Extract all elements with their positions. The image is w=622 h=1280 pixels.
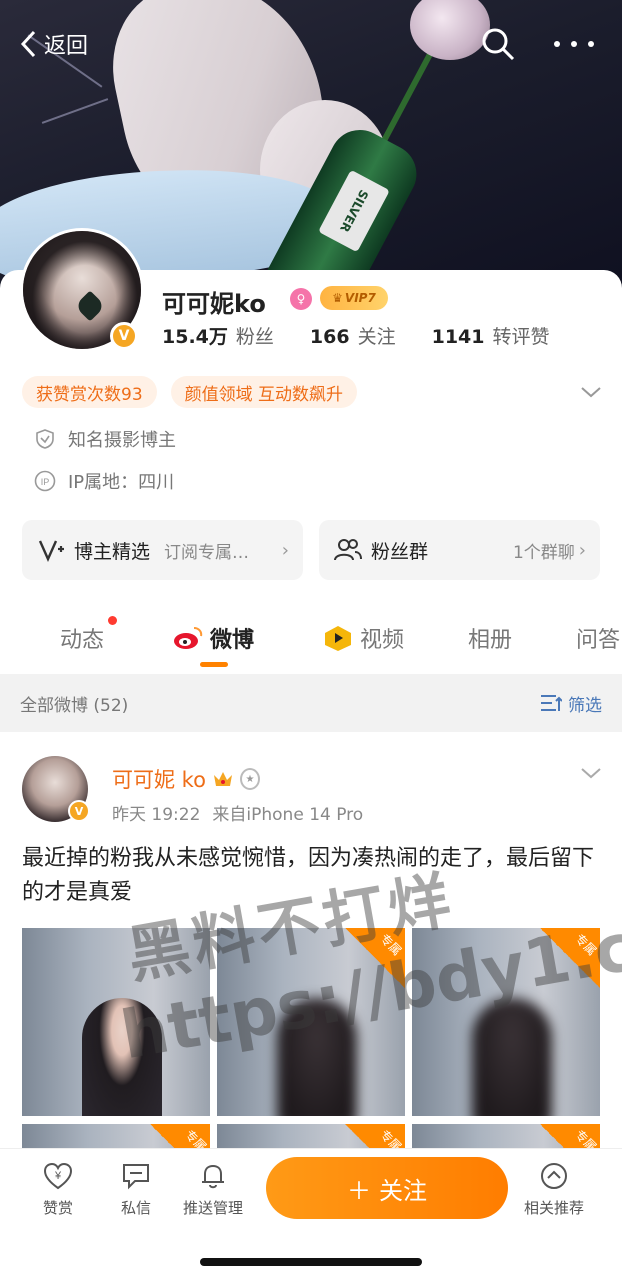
post-time: 昨天 19:22 <box>112 805 201 825</box>
profile-tags: 获赞赏次数93 颜值领域 互动数飙升 <box>22 376 358 408</box>
group-icon <box>334 539 362 561</box>
push-settings-button[interactable]: 推送管理 <box>173 1161 253 1218</box>
ip-location-row: IP IP属地：四川 <box>34 468 174 494</box>
chevron-right-icon: › <box>281 539 289 561</box>
filter-bar: 全部微博 (52) 筛选 <box>0 674 622 732</box>
vip-badge[interactable]: ♛ VIP7 <box>320 286 388 310</box>
verified-badge-icon: V <box>110 322 138 350</box>
tab-video[interactable]: 视频 <box>322 622 404 654</box>
post-text: 最近掉的粉我从未感觉惋惜，因为凑热闹的走了，最后留下的才是真爱 <box>22 846 595 905</box>
ip-icon: IP <box>34 470 56 492</box>
related-recommend-button[interactable]: 相关推荐 <box>514 1161 594 1218</box>
top-navigation: 返回 <box>0 22 622 66</box>
post-image[interactable] <box>22 928 210 1116</box>
fan-group-subtitle: 1个群聊 <box>512 542 575 563</box>
tab-weibo[interactable]: 微博 <box>172 622 254 654</box>
shield-icon <box>36 429 54 449</box>
chevron-down-icon[interactable] <box>578 380 604 404</box>
fan-group-card[interactable]: 粉丝群 1个群聊 › <box>319 520 600 580</box>
exclusive-badge: 专属 <box>540 928 600 988</box>
verified-title: 知名摄影博主 <box>68 430 176 451</box>
post-image-locked[interactable]: 专属 <box>217 928 405 1116</box>
video-icon <box>325 626 351 651</box>
profile-name: 可可妮ko <box>162 290 266 318</box>
weibo-icon <box>174 627 203 649</box>
exclusive-badge: 专属 <box>345 928 405 988</box>
cover-crack <box>41 98 109 124</box>
profile-stats: 15.4万 粉丝 166 关注 1141 转评赞 <box>162 322 586 349</box>
verified-badge-icon: V <box>68 800 90 822</box>
ip-location: IP属地：四川 <box>68 472 175 493</box>
search-icon[interactable] <box>480 26 516 62</box>
post-count: 全部微博 (52) <box>20 695 129 716</box>
post-author[interactable]: 可可妮 ko <box>112 764 206 794</box>
tab-album[interactable]: 相册 <box>468 622 512 654</box>
message-button[interactable]: 私信 <box>96 1161 176 1218</box>
chevron-right-icon: › <box>578 539 586 561</box>
follow-button[interactable]: ＋ 关注 <box>266 1157 508 1219</box>
tab-qa[interactable]: 问答 <box>576 622 620 654</box>
female-icon: ♀ <box>290 288 312 310</box>
stat-interactions[interactable]: 1141 转评赞 <box>432 322 550 349</box>
more-options-icon[interactable] <box>554 30 594 58</box>
stat-followers[interactable]: 15.4万 粉丝 <box>162 322 274 349</box>
medal-icon: ★ <box>239 768 260 790</box>
chat-icon <box>123 1164 149 1190</box>
chevron-down-icon[interactable] <box>578 762 604 784</box>
home-indicator <box>200 1258 422 1266</box>
svg-text:¥: ¥ <box>54 1170 62 1182</box>
back-arrow-icon <box>20 30 36 58</box>
post-author-row: 可可妮 ko ★ <box>112 764 260 794</box>
verified-title-row: 知名摄影博主 <box>34 426 176 452</box>
unread-dot <box>108 616 117 625</box>
reward-button[interactable]: ¥ 赞赏 <box>18 1161 98 1218</box>
svg-text:IP: IP <box>41 477 50 487</box>
tag-reward-count[interactable]: 获赞赏次数93 <box>22 376 157 408</box>
featured-title: 博主精选 <box>74 540 151 563</box>
filter-button[interactable]: 筛选 <box>540 691 602 716</box>
bell-icon <box>202 1164 224 1189</box>
post-meta: 昨天 19:22 来自iPhone 14 Pro <box>112 800 363 825</box>
profile-tabs: 动态 微博 视频 相册 问答 <box>0 610 622 670</box>
back-button[interactable]: 返回 <box>18 22 88 66</box>
post-source: 来自iPhone 14 Pro <box>212 805 364 825</box>
filter-icon <box>541 695 562 711</box>
featured-v-icon <box>38 540 64 562</box>
stat-following[interactable]: 166 关注 <box>310 322 396 349</box>
featured-subtitle: 订阅专属… <box>164 542 250 563</box>
back-label: 返回 <box>44 34 89 59</box>
active-tab-indicator <box>200 662 228 667</box>
tag-domain[interactable]: 颜值领域 互动数飙升 <box>170 376 358 408</box>
reward-icon: ¥ <box>43 1162 73 1190</box>
post-image-locked[interactable]: 专属 <box>412 928 600 1116</box>
fan-group-title: 粉丝群 <box>371 540 429 563</box>
chevron-up-circle-icon <box>541 1163 567 1189</box>
tab-feed[interactable]: 动态 <box>60 622 104 654</box>
crown-icon <box>213 772 232 786</box>
featured-card[interactable]: 博主精选 订阅专属… › <box>22 520 303 580</box>
crown-icon: ♛ <box>332 291 343 305</box>
plus-icon: ＋ <box>347 1176 371 1205</box>
